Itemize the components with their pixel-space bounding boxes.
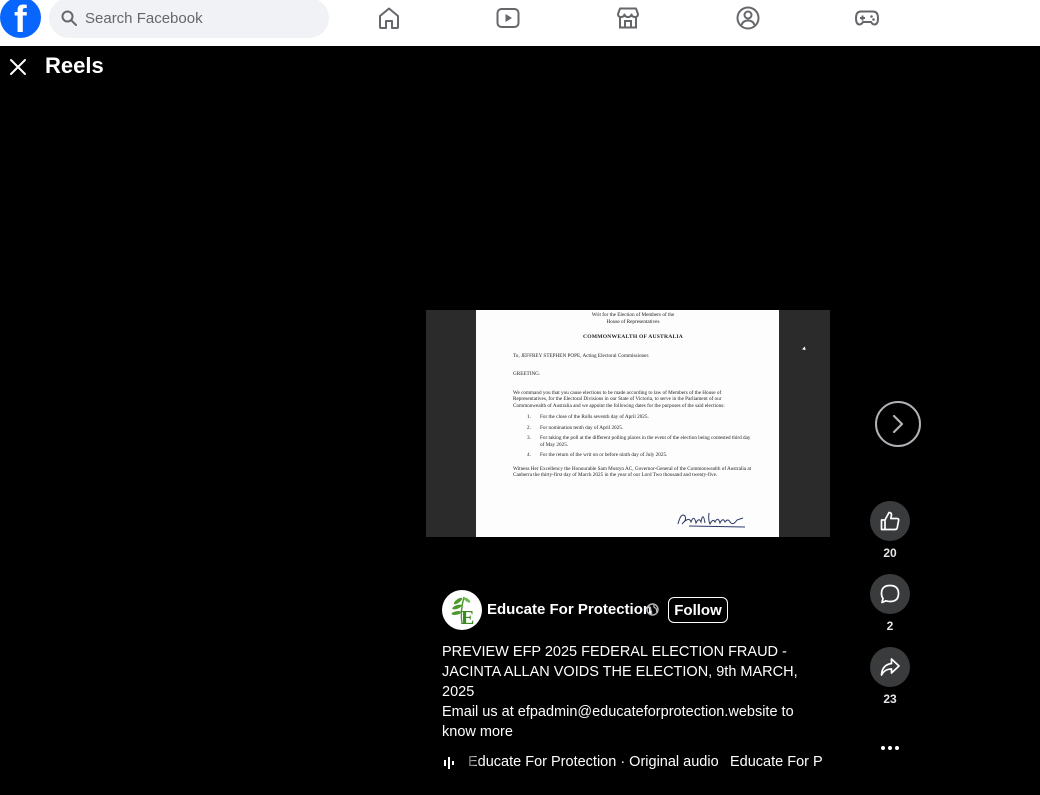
doc-title-line-2: House of Representatives	[606, 318, 660, 325]
doc-greeting: GREETING.	[513, 371, 541, 378]
doc-list-item: 3. For taking the poll at the different p…	[527, 435, 751, 448]
share-button[interactable]	[870, 647, 910, 687]
search-icon	[61, 10, 77, 26]
follow-button[interactable]: Follow	[668, 597, 728, 623]
page-title: Reels	[45, 53, 104, 78]
reel-video-player[interactable]: Writ for the Election of Members of the …	[426, 310, 830, 537]
share-count: 23	[883, 692, 897, 706]
more-dots-icon	[880, 746, 901, 750]
gaming-icon	[854, 10, 880, 26]
comment-icon	[880, 584, 900, 604]
doc-list-item: 2. For nomination tenth day of April 2025…	[527, 424, 624, 431]
doc-list-item: 4. For the return of the writ on or befor…	[527, 452, 668, 459]
doc-command: We command you that you cause elections …	[513, 389, 725, 409]
author-avatar[interactable]: E	[442, 590, 482, 630]
comment-button[interactable]	[870, 574, 910, 614]
search-box[interactable]	[49, 0, 329, 38]
top-navigation-bar: f	[0, 0, 1040, 46]
audio-fade-overlay	[458, 752, 482, 774]
video-icon	[496, 8, 520, 28]
doc-list-item: 1. For the close of the Rolls seventh day…	[527, 414, 649, 421]
nav-groups[interactable]	[735, 5, 761, 31]
post-email-line: Email us at efpadmin@educateforprotectio…	[442, 704, 794, 740]
nav-video[interactable]	[495, 5, 521, 31]
doc-signature	[675, 508, 747, 535]
comment-count: 2	[886, 619, 894, 633]
close-icon	[10, 59, 26, 75]
audio-wave-icon	[444, 757, 454, 769]
facebook-logo[interactable]: f	[0, 0, 41, 38]
doc-addressee: To, JEFFREY STEPHEN POPE, Acting Elector…	[513, 352, 650, 359]
close-reels-button[interactable]	[6, 55, 30, 79]
home-icon	[379, 7, 399, 29]
like-button[interactable]	[870, 501, 910, 541]
search-input[interactable]	[85, 9, 305, 27]
thumbs-up-icon	[880, 511, 900, 531]
doc-witness: Witness Her Excellency the Honourable Sa…	[513, 465, 752, 479]
chevron-right-icon	[892, 414, 904, 434]
doc-date-list: 1. For the close of the Rolls seventh day…	[513, 414, 753, 459]
nav-gaming[interactable]	[854, 5, 880, 31]
video-document-frame: Writ for the Election of Members of the …	[476, 310, 779, 537]
nav-marketplace[interactable]	[615, 5, 641, 31]
doc-heading: COMMONWEALTH OF AUSTRALIA	[583, 334, 683, 340]
more-options-button[interactable]	[876, 738, 904, 758]
nav-home[interactable]	[376, 5, 402, 31]
groups-icon	[736, 6, 760, 30]
facebook-logo-letter: f	[14, 0, 27, 38]
mouse-cursor	[802, 346, 807, 352]
next-reel-button[interactable]	[875, 401, 921, 447]
like-count: 20	[883, 546, 897, 560]
globe-icon	[646, 603, 659, 616]
share-icon	[880, 658, 900, 676]
audio-track-name: Educate For Protection · Original audio	[468, 754, 719, 770]
marketplace-icon	[617, 7, 639, 29]
olive-branch-logo: E	[451, 596, 474, 629]
audio-attribution[interactable]: Educate For Protection · Original audio …	[442, 752, 822, 774]
post-caption: PREVIEW EFP 2025 FEDERAL ELECTION FRAUD …	[442, 644, 798, 700]
author-name[interactable]: Educate For Protection	[487, 601, 652, 618]
svg-text:E: E	[461, 607, 474, 629]
audio-track-name-repeat: Educate For Protection · Original audio	[730, 754, 822, 770]
